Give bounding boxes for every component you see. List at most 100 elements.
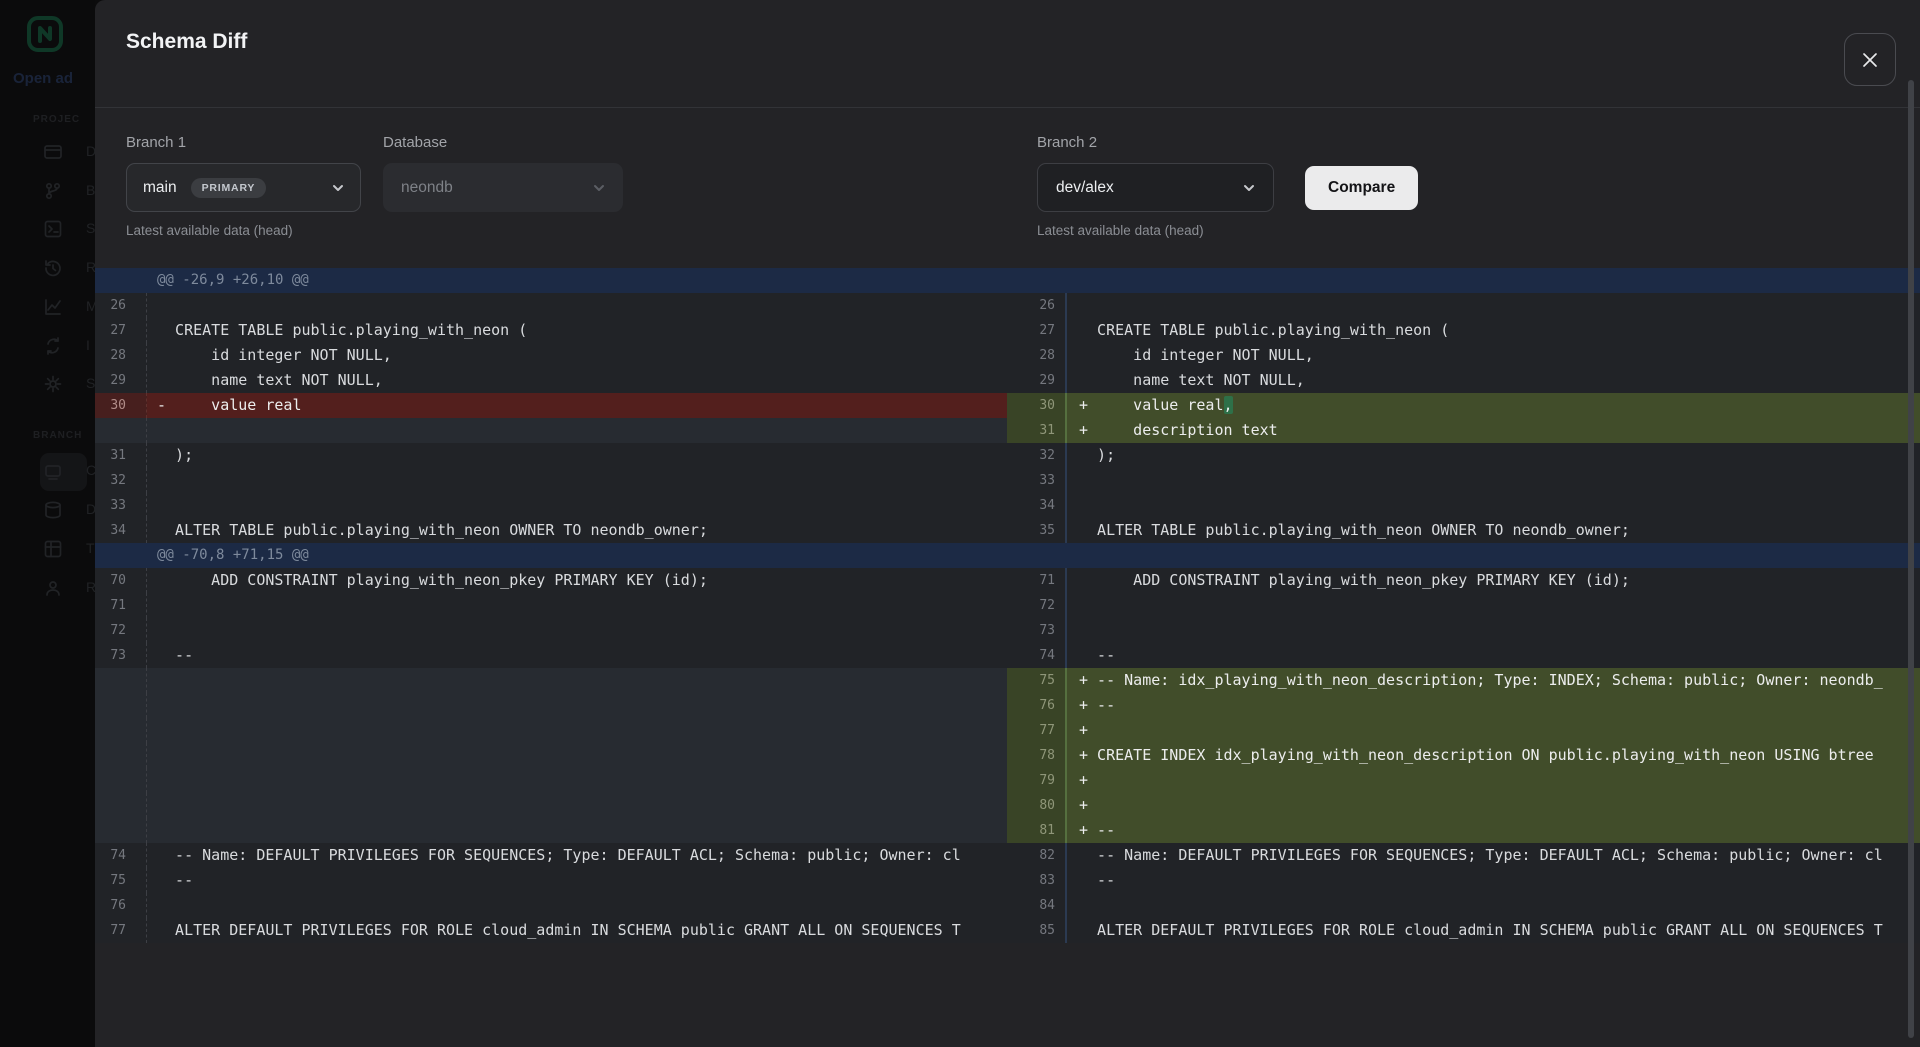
diff-cell-ctx: 85 ALTER DEFAULT PRIVILEGES FOR ROLE clo… xyxy=(1007,918,1920,943)
diff-cell-ctx: 33 xyxy=(95,493,1007,518)
line-number: 82 xyxy=(1007,843,1067,868)
diff-cell-ctx: 28 id integer NOT NULL, xyxy=(1007,343,1920,368)
diff-row: 76+ -- xyxy=(95,693,1920,718)
diff-cell-ctx: 74 -- Name: DEFAULT PRIVILEGES FOR SEQUE… xyxy=(95,843,1007,868)
code-line: ); xyxy=(1067,443,1920,468)
diff-row: 30- value real30+ value real, xyxy=(95,393,1920,418)
diff-cell-ctx: 71 xyxy=(95,593,1007,618)
database-label: Database xyxy=(383,134,447,151)
code-line xyxy=(147,743,1007,768)
line-number: 85 xyxy=(1007,918,1067,943)
code-line: ALTER TABLE public.playing_with_neon OWN… xyxy=(1067,518,1920,543)
line-number: 33 xyxy=(1007,468,1067,493)
code-line: -- Name: DEFAULT PRIVILEGES FOR SEQUENCE… xyxy=(147,843,1007,868)
hunk-range-text: @@ -70,8 +71,15 @@ xyxy=(95,543,309,568)
code-line xyxy=(1067,593,1920,618)
diff-row: 75 --83 -- xyxy=(95,868,1920,893)
code-line: -- xyxy=(1067,643,1920,668)
diff-hunk-row: @@ -70,8 +71,15 @@ xyxy=(95,543,1920,568)
diff-cell-add: 30+ value real, xyxy=(1007,393,1920,418)
diff-cell-ctx: 27 CREATE TABLE public.playing_with_neon… xyxy=(95,318,1007,343)
compare-button[interactable]: Compare xyxy=(1305,166,1418,210)
diff-row: 34 ALTER TABLE public.playing_with_neon … xyxy=(95,518,1920,543)
diff-cell-filler xyxy=(95,768,1007,793)
diff-cell-add: 80+ xyxy=(1007,793,1920,818)
diff-cell-ctx: 77 ALTER DEFAULT PRIVILEGES FOR ROLE clo… xyxy=(95,918,1007,943)
hunk-header: @@ -26,9 +26,10 @@ xyxy=(95,268,1007,293)
diff-cell-add: 81+ -- xyxy=(1007,818,1920,843)
code-line xyxy=(1067,618,1920,643)
diff-cell-add: 31+ description text xyxy=(1007,418,1920,443)
diff-cell-filler xyxy=(95,693,1007,718)
chevron-down-icon xyxy=(1243,182,1255,194)
database-select[interactable]: neondb xyxy=(383,163,623,212)
branch2-value: dev/alex xyxy=(1056,179,1114,197)
line-number: 31 xyxy=(95,443,147,468)
code-line: ALTER DEFAULT PRIVILEGES FOR ROLE cloud_… xyxy=(147,918,1007,943)
diff-cell-ctx: 74 -- xyxy=(1007,643,1920,668)
line-number: 34 xyxy=(1007,493,1067,518)
diff-row: 75+ -- Name: idx_playing_with_neon_descr… xyxy=(95,668,1920,693)
line-number: 77 xyxy=(95,918,147,943)
line-number: 76 xyxy=(1007,693,1067,718)
line-number: 80 xyxy=(1007,793,1067,818)
line-number xyxy=(95,718,147,743)
code-line xyxy=(147,593,1007,618)
line-number: 30 xyxy=(95,393,147,418)
diff-cell-ctx: 35 ALTER TABLE public.playing_with_neon … xyxy=(1007,518,1920,543)
vertical-scrollbar[interactable] xyxy=(1908,80,1914,1038)
code-line: + xyxy=(1067,793,1920,818)
diff-cell-ctx: 73 xyxy=(1007,618,1920,643)
diff-cell-ctx: 26 xyxy=(95,293,1007,318)
code-line: ); xyxy=(147,443,1007,468)
code-line: -- Name: DEFAULT PRIVILEGES FOR SEQUENCE… xyxy=(1067,843,1920,868)
diff-cell-filler xyxy=(95,668,1007,693)
line-number: 73 xyxy=(95,643,147,668)
diff-row: 29 name text NOT NULL,29 name text NOT N… xyxy=(95,368,1920,393)
line-number: 81 xyxy=(1007,818,1067,843)
line-number: 73 xyxy=(1007,618,1067,643)
diff-cell-ctx: 26 xyxy=(1007,293,1920,318)
line-number: 29 xyxy=(1007,368,1067,393)
code-line: id integer NOT NULL, xyxy=(1067,343,1920,368)
line-number: 30 xyxy=(1007,393,1067,418)
code-line: -- xyxy=(1067,868,1920,893)
line-number: 72 xyxy=(1007,593,1067,618)
modal-backdrop xyxy=(0,0,95,1047)
diff-row: 31+ description text xyxy=(95,418,1920,443)
code-line: + -- Name: idx_playing_with_neon_descrip… xyxy=(1067,668,1920,693)
branch2-select[interactable]: dev/alex xyxy=(1037,163,1274,212)
diff-cell-ctx: 71 ADD CONSTRAINT playing_with_neon_pkey… xyxy=(1007,568,1920,593)
line-number: 76 xyxy=(95,893,147,918)
code-line xyxy=(147,768,1007,793)
branch1-select[interactable]: main PRIMARY xyxy=(126,163,361,212)
database-value: neondb xyxy=(401,179,453,197)
diff-row: 31 );32 ); xyxy=(95,443,1920,468)
line-number xyxy=(95,793,147,818)
line-number xyxy=(95,668,147,693)
diff-hunk-row: @@ -26,9 +26,10 @@ xyxy=(95,268,1920,293)
code-line: ALTER TABLE public.playing_with_neon OWN… xyxy=(147,518,1007,543)
code-line xyxy=(147,493,1007,518)
diff-cell-ctx: 76 xyxy=(95,893,1007,918)
code-line: id integer NOT NULL, xyxy=(147,343,1007,368)
diff-cell-ctx: 28 id integer NOT NULL, xyxy=(95,343,1007,368)
diff-cell-ctx: 82 -- Name: DEFAULT PRIVILEGES FOR SEQUE… xyxy=(1007,843,1920,868)
code-line xyxy=(1067,468,1920,493)
branch2-hint: Latest available data (head) xyxy=(1037,223,1204,238)
chevron-down-icon xyxy=(593,182,605,194)
line-number: 71 xyxy=(1007,568,1067,593)
line-number: 71 xyxy=(95,593,147,618)
code-line: + value real, xyxy=(1067,393,1920,418)
diff-cell-ctx: 33 xyxy=(1007,468,1920,493)
diff-cell-ctx: 84 xyxy=(1007,893,1920,918)
branch1-hint: Latest available data (head) xyxy=(126,223,293,238)
code-line xyxy=(147,293,1007,318)
header-divider xyxy=(95,107,1920,108)
diff-row: 77+ xyxy=(95,718,1920,743)
close-button[interactable] xyxy=(1844,33,1896,86)
line-number: 26 xyxy=(1007,293,1067,318)
app-sidebar: Open ad PROJECDBSRMISBRANCHCDTR xyxy=(0,0,95,1047)
diff-cell-filler xyxy=(95,818,1007,843)
code-line: ALTER DEFAULT PRIVILEGES FOR ROLE cloud_… xyxy=(1067,918,1920,943)
